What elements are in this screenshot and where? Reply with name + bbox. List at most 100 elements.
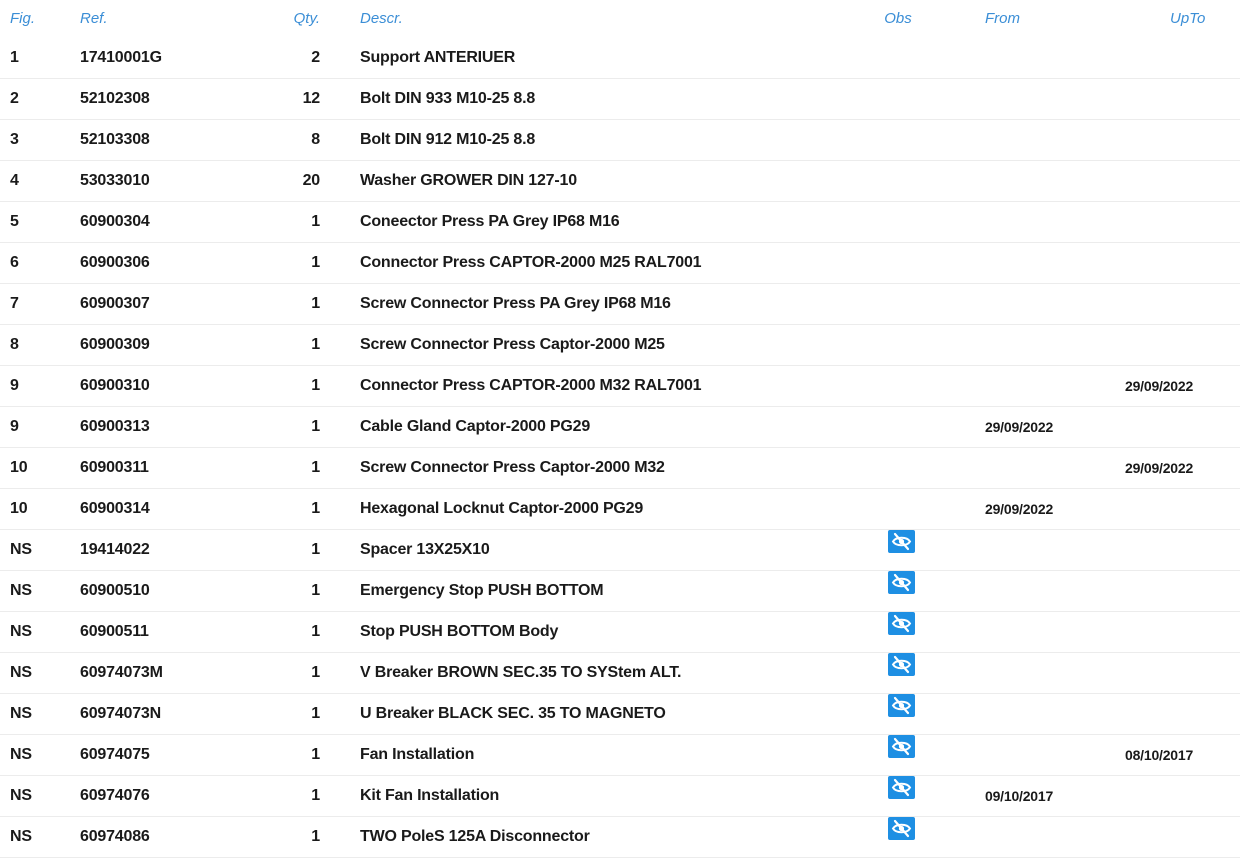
cell-qty: 1 bbox=[311, 295, 320, 312]
cell-fig: 7 bbox=[10, 295, 19, 312]
cell-fig: 5 bbox=[10, 213, 19, 230]
table-row[interactable]: NS 60974086 1 TWO PoleS 125A Disconnector bbox=[0, 817, 1240, 858]
header-upto[interactable]: UpTo bbox=[1170, 0, 1205, 38]
cell-descr: Support ANTERIUER bbox=[360, 49, 516, 66]
cell-qty: 1 bbox=[311, 828, 320, 845]
cell-from: 29/09/2022 bbox=[985, 419, 1054, 435]
cell-fig: 1 bbox=[10, 49, 19, 66]
cell-descr: Screw Connector Press PA Grey IP68 M16 bbox=[360, 295, 671, 312]
eye-slash-icon[interactable] bbox=[888, 653, 915, 676]
table-row[interactable]: 7 60900307 1 Screw Connector Press PA Grey … bbox=[0, 284, 1240, 325]
cell-ref: 60900510 bbox=[80, 582, 150, 599]
cell-from: 29/09/2022 bbox=[985, 501, 1054, 517]
cell-descr: Connector Press CAPTOR-2000 M32 RAL7001 bbox=[360, 377, 702, 394]
cell-ref: 60900310 bbox=[80, 377, 150, 394]
table-row[interactable]: 2 52102308 12 Bolt DIN 933 M10-25 8.8 bbox=[0, 79, 1240, 120]
table-row[interactable]: 6 60900306 1 Connector Press CAPTOR-2000 M2… bbox=[0, 243, 1240, 284]
table-row[interactable]: 1 17410001G 2 Support ANTERIUER bbox=[0, 38, 1240, 79]
table-row[interactable]: 4 53033010 20 Washer GROWER DIN 127-10 bbox=[0, 161, 1240, 202]
table-row[interactable]: 9 60900310 1 Connector Press CAPTOR-2000 M3… bbox=[0, 366, 1240, 407]
cell-descr: TWO PoleS 125A Disconnector bbox=[360, 828, 590, 845]
eye-slash-icon[interactable] bbox=[888, 776, 915, 799]
cell-descr: Emergency Stop PUSH BOTTOM bbox=[360, 582, 604, 599]
table-row[interactable]: NS 60974076 1 Kit Fan Installation 09/10/201… bbox=[0, 776, 1240, 817]
cell-ref: 60900309 bbox=[80, 336, 150, 353]
cell-ref: 60900307 bbox=[80, 295, 150, 312]
cell-ref: 19414022 bbox=[80, 541, 150, 558]
cell-ref: 52103308 bbox=[80, 131, 150, 148]
cell-fig: NS bbox=[10, 828, 32, 845]
header-ref[interactable]: Ref. bbox=[80, 0, 108, 38]
cell-ref: 60900511 bbox=[80, 623, 149, 640]
eye-slash-icon[interactable] bbox=[888, 530, 915, 553]
cell-descr: Bolt DIN 933 M10-25 8.8 bbox=[360, 90, 536, 107]
cell-ref: 17410001G bbox=[80, 49, 162, 66]
eye-slash-icon[interactable] bbox=[888, 817, 915, 840]
cell-qty: 8 bbox=[311, 131, 320, 148]
cell-qty: 1 bbox=[311, 746, 320, 763]
eye-slash-icon[interactable] bbox=[888, 694, 915, 717]
eye-slash-icon[interactable] bbox=[888, 571, 915, 594]
cell-ref: 60974086 bbox=[80, 828, 150, 845]
cell-fig: NS bbox=[10, 664, 32, 681]
cell-ref: 60900304 bbox=[80, 213, 150, 230]
parts-table: Fig. Ref. Qty. Descr. Obs From UpTo 1 174… bbox=[0, 0, 1240, 858]
table-header: Fig. Ref. Qty. Descr. Obs From UpTo bbox=[0, 0, 1240, 38]
table-body: 1 17410001G 2 Support ANTERIUER 2 52102308 12 B… bbox=[0, 38, 1240, 858]
eye-slash-icon[interactable] bbox=[888, 735, 915, 758]
cell-fig: 9 bbox=[10, 377, 19, 394]
header-from[interactable]: From bbox=[985, 0, 1020, 38]
cell-qty: 1 bbox=[311, 418, 320, 435]
cell-ref: 53033010 bbox=[80, 172, 150, 189]
cell-ref: 60900311 bbox=[80, 459, 149, 476]
cell-descr: Cable Gland Captor-2000 PG29 bbox=[360, 418, 591, 435]
cell-ref: 60974073N bbox=[80, 705, 161, 722]
table-row[interactable]: NS 60974075 1 Fan Installation 08/10/2017 bbox=[0, 735, 1240, 776]
header-qty[interactable]: Qty. bbox=[260, 0, 320, 38]
cell-descr: Fan Installation bbox=[360, 746, 475, 763]
header-obs[interactable]: Obs bbox=[882, 0, 914, 38]
table-row[interactable]: 3 52103308 8 Bolt DIN 912 M10-25 8.8 bbox=[0, 120, 1240, 161]
table-row[interactable]: 10 60900311 1 Screw Connector Press Captor-… bbox=[0, 448, 1240, 489]
eye-slash-icon[interactable] bbox=[888, 612, 915, 635]
cell-qty: 1 bbox=[311, 582, 320, 599]
cell-qty: 12 bbox=[302, 90, 321, 107]
cell-upto: 29/09/2022 bbox=[1125, 378, 1194, 394]
cell-fig: 10 bbox=[10, 500, 28, 517]
cell-qty: 1 bbox=[311, 254, 320, 271]
table-row[interactable]: 10 60900314 1 Hexagonal Locknut Captor-2000… bbox=[0, 489, 1240, 530]
header-descr[interactable]: Descr. bbox=[360, 0, 403, 38]
cell-ref: 52102308 bbox=[80, 90, 150, 107]
cell-ref: 60974073M bbox=[80, 664, 163, 681]
cell-descr: Spacer 13X25X10 bbox=[360, 541, 490, 558]
table-row[interactable]: NS 60974073N 1 U Breaker BLACK SEC. 35 TO M… bbox=[0, 694, 1240, 735]
cell-descr: Coneector Press PA Grey IP68 M16 bbox=[360, 213, 620, 230]
table-row[interactable]: NS 60900511 1 Stop PUSH BOTTOM Body bbox=[0, 612, 1240, 653]
table-row[interactable]: 5 60900304 1 Coneector Press PA Grey IP68 M… bbox=[0, 202, 1240, 243]
table-row[interactable]: 9 60900313 1 Cable Gland Captor-2000 PG29 29… bbox=[0, 407, 1240, 448]
table-row[interactable]: NS 60900510 1 Emergency Stop PUSH BOTTOM bbox=[0, 571, 1240, 612]
cell-fig: 3 bbox=[10, 131, 19, 148]
cell-descr: Kit Fan Installation bbox=[360, 787, 500, 804]
cell-descr: U Breaker BLACK SEC. 35 TO MAGNETO bbox=[360, 705, 666, 722]
cell-fig: 2 bbox=[10, 90, 19, 107]
header-fig[interactable]: Fig. bbox=[10, 0, 35, 38]
cell-descr: Washer GROWER DIN 127-10 bbox=[360, 172, 577, 189]
table-row[interactable]: NS 60974073M 1 V Breaker BROWN SEC.35 TO SY… bbox=[0, 653, 1240, 694]
cell-qty: 1 bbox=[311, 500, 320, 517]
cell-descr: Stop PUSH BOTTOM Body bbox=[360, 623, 559, 640]
cell-qty: 1 bbox=[311, 664, 320, 681]
cell-fig: NS bbox=[10, 623, 32, 640]
cell-qty: 1 bbox=[311, 623, 320, 640]
cell-qty: 1 bbox=[311, 213, 320, 230]
table-row[interactable]: NS 19414022 1 Spacer 13X25X10 bbox=[0, 530, 1240, 571]
cell-upto: 08/10/2017 bbox=[1125, 747, 1194, 763]
cell-qty: 2 bbox=[311, 49, 320, 66]
cell-fig: NS bbox=[10, 541, 32, 558]
cell-qty: 1 bbox=[311, 459, 320, 476]
cell-fig: NS bbox=[10, 705, 32, 722]
cell-ref: 60974076 bbox=[80, 787, 150, 804]
cell-fig: 9 bbox=[10, 418, 19, 435]
cell-qty: 1 bbox=[311, 336, 320, 353]
table-row[interactable]: 8 60900309 1 Screw Connector Press Captor-2… bbox=[0, 325, 1240, 366]
